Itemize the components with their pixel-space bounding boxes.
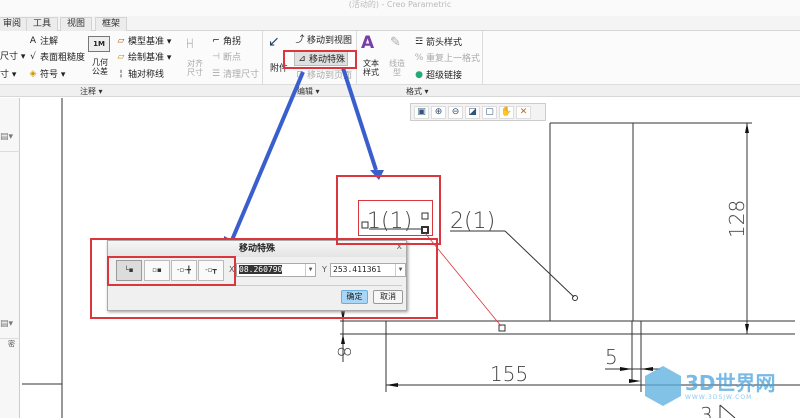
dim-155-text[interactable]: 155 (490, 362, 528, 386)
arrowhead (386, 383, 398, 387)
watermark-text: 3D世界网 (685, 370, 776, 395)
drawing-line (719, 404, 736, 418)
leader-end-circle (572, 295, 578, 301)
dim-5-text[interactable]: 5 (605, 345, 618, 369)
dim-8-text[interactable]: 8 (333, 346, 354, 357)
balloon2-leader (504, 230, 575, 298)
highlight-box (358, 200, 433, 236)
arrowhead (629, 379, 641, 383)
arrowhead (341, 334, 345, 344)
watermark: 3D世界网 WWW.3DSJW.COM (645, 366, 776, 406)
blue-annotation-arrow (230, 71, 305, 241)
watermark-url: WWW.3DSJW.COM (685, 393, 753, 401)
arrowhead (745, 324, 749, 334)
blue-annotation-arrow (341, 67, 378, 171)
arrowhead (745, 123, 749, 133)
highlight-box (283, 50, 357, 69)
drag-handle (498, 324, 506, 332)
highlight-box (107, 256, 236, 286)
arrowhead (620, 367, 632, 371)
dim-128-text[interactable]: 128 (725, 200, 749, 238)
watermark-logo-icon (645, 366, 681, 406)
balloon-2-text[interactable]: 2(1) (450, 209, 495, 234)
